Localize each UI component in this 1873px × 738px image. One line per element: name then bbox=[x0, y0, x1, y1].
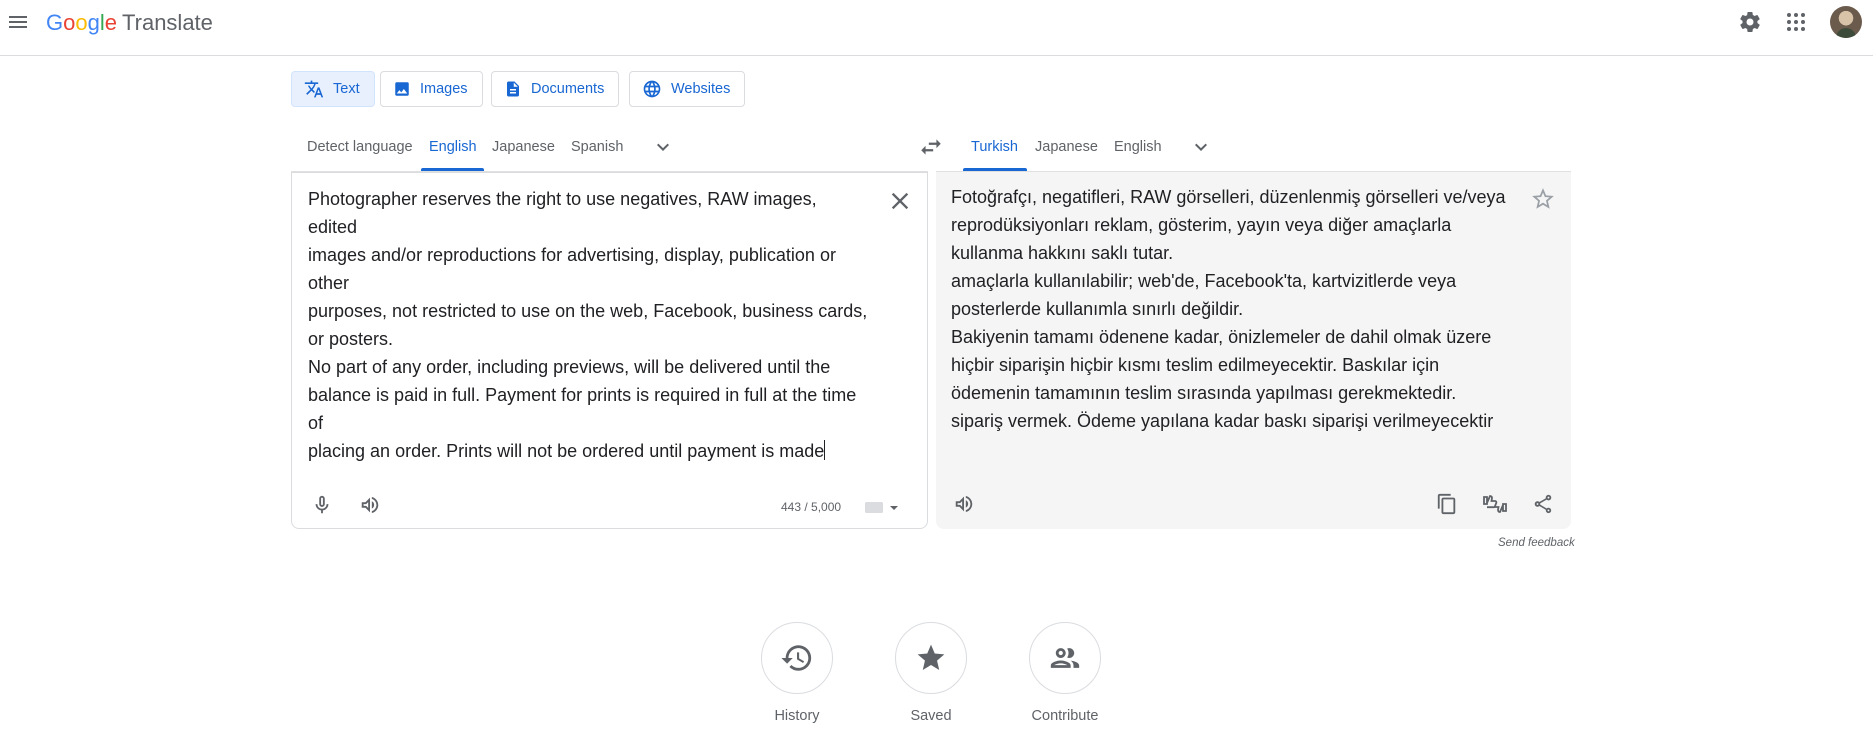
translation-line: sipariş vermek. Ödeme yapılana kadar bas… bbox=[951, 411, 1494, 431]
tab-text[interactable]: Text bbox=[291, 71, 375, 107]
text-caret bbox=[824, 440, 826, 460]
google-wordmark: Google bbox=[46, 10, 118, 35]
source-lang-spanish[interactable]: Spanish bbox=[571, 137, 623, 157]
tab-documents[interactable]: Documents bbox=[491, 71, 620, 107]
target-lang-selected-indicator bbox=[963, 168, 1027, 171]
clear-source-close-icon[interactable] bbox=[886, 187, 914, 215]
translation-line: kullanma hakkını saklı tutar. bbox=[951, 243, 1174, 263]
contribute-button[interactable]: Contribute bbox=[1028, 622, 1102, 724]
image-icon bbox=[395, 82, 409, 96]
translate-icon bbox=[304, 80, 324, 98]
menu-icon[interactable] bbox=[6, 10, 30, 34]
translation-line: amaçlarla kullanılabilir; web'de, Facebo… bbox=[951, 271, 1457, 291]
source-line: No part of any order, including previews… bbox=[308, 357, 831, 377]
translation-line: ödemenin tamamının teslim sırasında yapı… bbox=[951, 383, 1457, 403]
history-icon bbox=[781, 645, 812, 671]
source-line: balance is paid in full. Payment for pri… bbox=[308, 385, 857, 405]
source-lang-selected-indicator bbox=[421, 168, 484, 171]
source-lang-japanese[interactable]: Japanese bbox=[492, 137, 555, 157]
character-count: 443 / 5,000 bbox=[781, 500, 842, 514]
gear-icon[interactable] bbox=[1738, 10, 1762, 34]
translation-line: reprodüksiyonları reklam, gösterim, yayı… bbox=[951, 215, 1452, 235]
target-lang-english[interactable]: English bbox=[1114, 137, 1162, 157]
source-line: other bbox=[308, 273, 350, 293]
saved-label: Saved bbox=[910, 708, 952, 724]
translation-line: posterlerde kullanımla sınırlı değildir. bbox=[951, 299, 1244, 319]
source-line: Photographer reserves the right to use n… bbox=[308, 189, 822, 237]
translation-output: Fotoğrafçı, negatifleri, RAW görselleri,… bbox=[951, 183, 1511, 435]
listen-speaker-icon[interactable] bbox=[356, 491, 384, 519]
source-input[interactable]: Photographer reserves the right to use n… bbox=[308, 185, 868, 465]
keyboard-icon[interactable] bbox=[863, 498, 899, 516]
microphone-icon[interactable] bbox=[308, 491, 336, 519]
source-line: of bbox=[308, 413, 324, 433]
app-header: Google Translate bbox=[0, 0, 1873, 56]
tab-label: Websites bbox=[671, 81, 731, 97]
history-button[interactable]: History bbox=[760, 622, 834, 724]
share-icon[interactable] bbox=[1529, 490, 1557, 518]
document-icon bbox=[507, 81, 519, 97]
star-icon bbox=[917, 644, 945, 670]
contribute-label: Contribute bbox=[1031, 708, 1099, 724]
contribute-circle bbox=[1029, 622, 1101, 694]
rate-translation-thumbs-icon[interactable] bbox=[1481, 490, 1509, 518]
saved-circle bbox=[895, 622, 967, 694]
save-translation-star-icon[interactable] bbox=[1530, 186, 1558, 214]
saved-button[interactable]: Saved bbox=[894, 622, 968, 724]
avatar[interactable] bbox=[1830, 6, 1862, 38]
send-feedback-link[interactable]: Send feedback bbox=[1498, 537, 1575, 549]
source-lang-english[interactable]: English bbox=[429, 137, 477, 157]
listen-translation-speaker-icon[interactable] bbox=[950, 490, 978, 518]
history-circle bbox=[761, 622, 833, 694]
apps-grid-icon[interactable] bbox=[1784, 10, 1808, 34]
source-text-panel: Photographer reserves the right to use n… bbox=[291, 172, 928, 529]
target-lang-japanese[interactable]: Japanese bbox=[1035, 137, 1098, 157]
tab-images[interactable]: Images bbox=[380, 71, 483, 107]
translation-line: Bakiyenin tamamı ödenene kadar, önizleme… bbox=[951, 327, 1492, 347]
globe-icon bbox=[643, 80, 661, 98]
source-lang-detect[interactable]: Detect language bbox=[307, 137, 413, 157]
target-lang-turkish[interactable]: Turkish bbox=[971, 137, 1018, 157]
tab-label: Images bbox=[420, 81, 468, 97]
source-line: or posters. bbox=[308, 329, 394, 349]
source-line: placing an order. Prints will not be ord… bbox=[308, 441, 825, 461]
people-icon bbox=[1050, 648, 1080, 668]
source-line: purposes, not restricted to use on the w… bbox=[308, 301, 868, 321]
translation-line: Fotoğrafçı, negatifleri, RAW görselleri,… bbox=[951, 187, 1506, 207]
logo[interactable]: Google Translate bbox=[46, 9, 213, 37]
product-name: Translate bbox=[122, 10, 213, 35]
translation-panel: Fotoğrafçı, negatifleri, RAW görselleri,… bbox=[936, 172, 1571, 529]
source-lang-more-chevron-down-icon[interactable] bbox=[651, 135, 675, 159]
tab-websites[interactable]: Websites bbox=[629, 71, 746, 107]
tab-label: Documents bbox=[531, 81, 605, 97]
swap-languages-icon[interactable] bbox=[918, 134, 944, 160]
translation-line: hiçbir siparişin hiçbir kısmı teslim edi… bbox=[951, 355, 1440, 375]
copy-icon[interactable] bbox=[1433, 490, 1461, 518]
source-line: images and/or reproductions for advertis… bbox=[308, 245, 836, 265]
tab-label: Text bbox=[333, 81, 360, 97]
target-lang-more-chevron-down-icon[interactable] bbox=[1189, 135, 1213, 159]
history-label: History bbox=[774, 708, 820, 724]
